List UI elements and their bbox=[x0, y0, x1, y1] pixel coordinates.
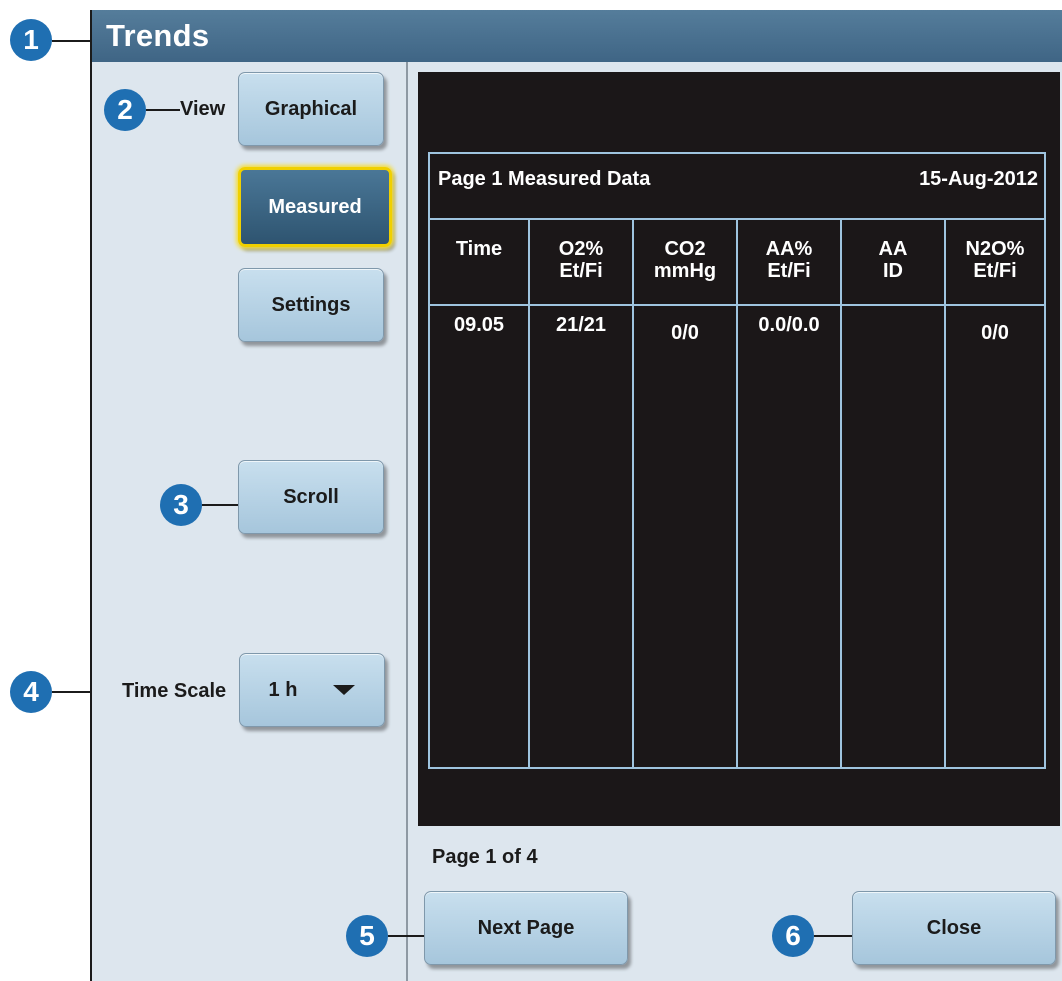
callout-3: 3 bbox=[160, 484, 202, 526]
callout-6: 6 bbox=[772, 915, 814, 957]
measured-button[interactable]: Measured bbox=[238, 167, 392, 247]
table-header: Page 1 Measured Data 15-Aug-2012 bbox=[430, 154, 1044, 220]
column-header: AA% Et/Fi bbox=[738, 218, 840, 306]
table-cell: 0/0 bbox=[671, 322, 699, 344]
callout-6-line bbox=[814, 935, 852, 937]
column-header: CO2 mmHg bbox=[634, 218, 736, 306]
title-bar: Trends bbox=[92, 10, 1062, 62]
table-column: CO2 mmHg 0/0 bbox=[634, 218, 738, 767]
callout-5-line bbox=[388, 935, 424, 937]
table-date: 15-Aug-2012 bbox=[919, 168, 1038, 190]
trends-window: Trends View 2 Graphical Measured Setting… bbox=[90, 10, 1062, 981]
page-indicator: Page 1 of 4 bbox=[432, 846, 538, 868]
column-header: N2O% Et/Fi bbox=[946, 218, 1044, 306]
settings-button[interactable]: Settings bbox=[238, 268, 384, 342]
time-scale-label: Time Scale bbox=[122, 680, 227, 702]
next-page-button[interactable]: Next Page bbox=[424, 891, 628, 965]
callout-2: 2 bbox=[104, 89, 146, 131]
table-column: AA ID bbox=[842, 218, 946, 767]
callout-3-line bbox=[202, 504, 238, 506]
table-column: N2O% Et/Fi 0/0 bbox=[946, 218, 1044, 767]
table-cell: 09.05 bbox=[453, 314, 505, 336]
table-column: O2% Et/Fi 21/21 bbox=[530, 218, 634, 767]
panel-divider bbox=[406, 62, 408, 981]
callout-1-line bbox=[52, 40, 92, 42]
column-header: O2% Et/Fi bbox=[530, 218, 632, 306]
chevron-down-icon bbox=[333, 685, 356, 695]
callout-5: 5 bbox=[346, 915, 388, 957]
graphical-button[interactable]: Graphical bbox=[238, 72, 384, 146]
table-title: Page 1 Measured Data bbox=[438, 168, 651, 190]
time-scale-value: 1 h bbox=[268, 678, 298, 701]
close-button[interactable]: Close bbox=[852, 891, 1056, 965]
view-label: View bbox=[180, 98, 226, 120]
column-header: Time bbox=[430, 218, 528, 306]
table-column: Time 09.05 bbox=[430, 218, 530, 767]
window-title: Trends bbox=[106, 18, 210, 53]
table-cell: 0.0/0.0 bbox=[758, 314, 820, 336]
table-cell: 0/0 bbox=[981, 322, 1009, 344]
table-cell: 21/21 bbox=[555, 314, 607, 336]
column-header: AA ID bbox=[842, 218, 944, 306]
callout-2-line bbox=[146, 109, 180, 111]
callout-1: 1 bbox=[10, 19, 52, 61]
table-cell bbox=[842, 306, 944, 314]
time-scale-dropdown[interactable]: 1 h bbox=[239, 653, 385, 727]
table-column: AA% Et/Fi 0.0/0.0 bbox=[738, 218, 842, 767]
scroll-button[interactable]: Scroll bbox=[238, 460, 384, 534]
measured-data-table: Page 1 Measured Data 15-Aug-2012 Time 09… bbox=[428, 152, 1046, 769]
callout-4: 4 bbox=[10, 671, 52, 713]
trend-data-screen: Page 1 Measured Data 15-Aug-2012 Time 09… bbox=[418, 72, 1060, 826]
